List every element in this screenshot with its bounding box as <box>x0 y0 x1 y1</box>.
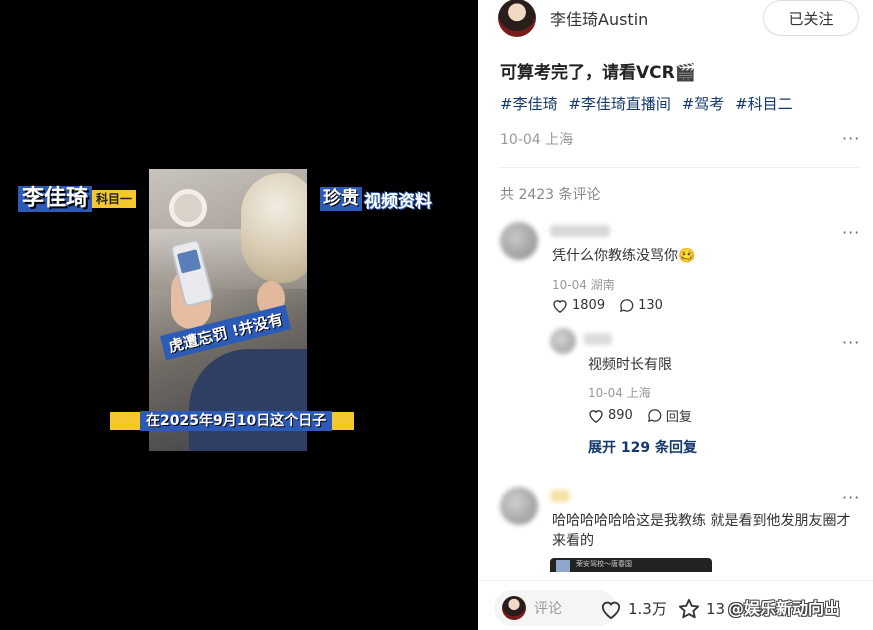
user-avatar <box>502 596 526 620</box>
caption-bar-right <box>332 412 355 430</box>
sticker-right-a: 珍贵 <box>320 187 362 211</box>
reply-reply-button[interactable]: 回复 <box>647 406 692 425</box>
video-sticker-left: 李佳琦 科目一 <box>18 186 137 212</box>
tag-link[interactable]: #李佳琦直播间 <box>568 95 671 113</box>
reply-reply-label: 回复 <box>665 410 692 425</box>
sticker-right-b: 视频资料 <box>364 191 432 212</box>
reply-actions: 890 回复 <box>588 406 692 425</box>
author-info[interactable]: 李佳琦Austin <box>498 0 648 37</box>
comment-icon <box>620 299 634 313</box>
bottom-bar: 评论 1.3万 13 @娱乐新动向出 <box>478 580 873 630</box>
reply-like-count: 890 <box>608 408 633 423</box>
like-count: 1.3万 <box>628 600 667 618</box>
comment-username[interactable] <box>550 225 610 237</box>
post-panel: 李佳琦Austin 已关注 可算考完了，请看VCR🎬 #李佳琦 #李佳琦直播间 … <box>478 0 873 630</box>
screen: 李佳琦 科目一 珍贵 视频资料 虎遭忘罚 !并没有 在2025年9月10日这个日… <box>0 0 873 630</box>
video-player[interactable]: 李佳琦 科目一 珍贵 视频资料 虎遭忘罚 !并没有 在2025年9月10日这个日… <box>0 0 478 630</box>
video-mirror <box>169 189 207 227</box>
comment-image-preview[interactable]: 荣安驾校～唐春国 <box>550 558 712 572</box>
comment-reply-count: 130 <box>638 298 663 313</box>
caption-bar-left <box>110 412 140 430</box>
favorite-button[interactable]: 13 <box>678 598 725 620</box>
comment-count: 共 2423 条评论 <box>500 187 601 203</box>
post-tags: #李佳琦 #李佳琦直播间 #驾考 #科目二 <box>500 93 799 114</box>
video-person-shirt <box>189 349 307 451</box>
comment-reply-button[interactable]: 130 <box>619 298 663 313</box>
author-avatar[interactable] <box>498 0 536 37</box>
reply-avatar[interactable] <box>550 328 576 354</box>
tag-link[interactable]: #科目二 <box>735 95 793 113</box>
comment-avatar[interactable] <box>500 487 538 525</box>
author-name[interactable]: 李佳琦Austin <box>550 6 648 30</box>
comment-text: 凭什么你教练没骂你🥴 <box>552 248 696 264</box>
heart-icon <box>589 410 603 423</box>
reply-meta: 10-04 上海 <box>588 386 651 400</box>
star-icon <box>678 598 700 619</box>
comment-actions: 1809 130 <box>552 298 663 313</box>
comment-meta: 10-04 湖南 <box>552 278 615 292</box>
comment-more-icon[interactable]: ··· <box>842 490 859 509</box>
like-button[interactable]: 1.3万 <box>600 598 667 619</box>
tag-link[interactable]: #驾考 <box>682 95 725 113</box>
video-person-head <box>241 173 307 283</box>
comment-like-button[interactable]: 1809 <box>552 298 605 313</box>
comment-input[interactable]: 评论 <box>494 590 616 626</box>
divider <box>498 167 859 168</box>
reply-more-icon[interactable]: ··· <box>842 335 859 354</box>
reply-username[interactable] <box>584 333 612 345</box>
video-caption-bottom: 在2025年9月10日这个日子 <box>110 410 355 432</box>
heart-icon <box>553 300 567 313</box>
comment-icon <box>647 409 662 423</box>
post-meta: 10-04 上海 <box>500 132 574 148</box>
caption-bottom-text: 在2025年9月10日这个日子 <box>140 411 333 431</box>
preview-thumb <box>556 560 570 572</box>
post-title: 可算考完了，请看VCR🎬 <box>500 63 696 83</box>
comment-placeholder: 评论 <box>534 601 562 617</box>
heart-icon <box>601 601 621 619</box>
comment-like-count: 1809 <box>572 298 606 313</box>
favorite-count: 13 <box>706 600 726 618</box>
comment-avatar[interactable] <box>500 222 538 260</box>
comment-username[interactable] <box>550 490 570 502</box>
preview-label: 荣安驾校～唐春国 <box>576 560 632 568</box>
comment-text: 哈哈哈哈哈哈这是我教练 就是看到他发朋友圈才来看的 <box>552 513 851 549</box>
tag-link[interactable]: #李佳琦 <box>500 95 558 113</box>
expand-replies-link[interactable]: 展开 129 条回复 <box>588 437 697 457</box>
sticker-sub: 科目一 <box>92 190 137 208</box>
post-more-icon[interactable]: ··· <box>842 131 859 150</box>
follow-button[interactable]: 已关注 <box>763 0 859 36</box>
reply-like-button[interactable]: 890 <box>588 408 633 423</box>
sticker-name: 李佳琦 <box>18 186 93 212</box>
comment-more-icon[interactable]: ··· <box>842 225 859 244</box>
reply-text: 视频时长有限 <box>588 357 672 373</box>
watermark: @娱乐新动向出 <box>728 599 841 618</box>
video-sticker-right: 珍贵 视频资料 <box>320 186 432 212</box>
